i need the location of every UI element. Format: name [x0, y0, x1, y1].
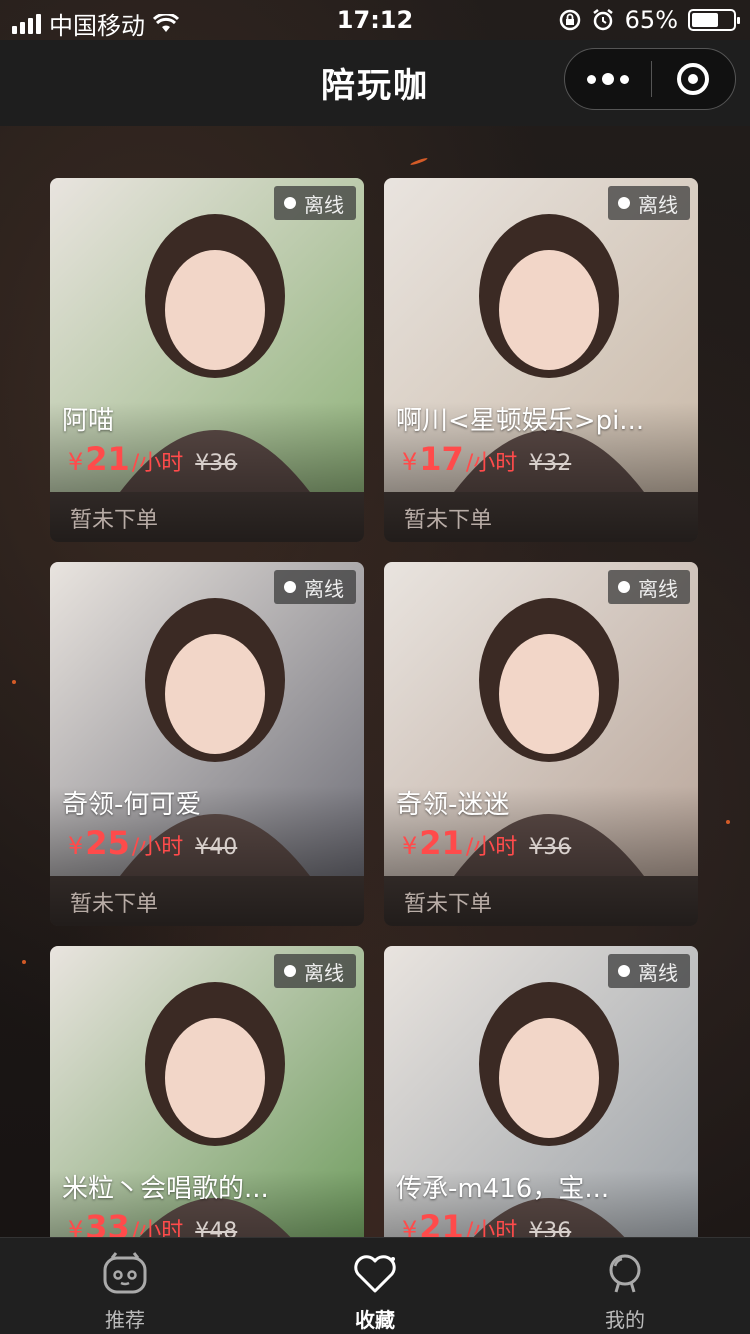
tab-bar: 推荐 收藏 我的 — [0, 1237, 750, 1334]
companion-card[interactable]: 离线米粒丶会唱歌的... ¥33/小时 ¥48 — [50, 946, 364, 1238]
price-unit: /小时 — [131, 835, 184, 860]
companion-card[interactable]: 离线奇领-何可爱 ¥25/小时 ¥40 暂未下单 — [50, 562, 364, 926]
price-value: 21 — [85, 440, 130, 478]
status-label: 离线 — [304, 576, 344, 601]
original-price: ¥48 — [195, 1219, 238, 1238]
battery-icon — [688, 9, 740, 31]
status-badge: 离线 — [274, 570, 356, 604]
price-row: ¥33/小时 ¥48 — [68, 1208, 237, 1238]
navigation-bar: 陪玩咖 — [0, 40, 750, 126]
price-value: 17 — [419, 440, 464, 478]
status-label: 离线 — [638, 576, 678, 601]
status-badge: 离线 — [274, 954, 356, 988]
companion-card[interactable]: 离线奇领-迷迷 ¥21/小时 ¥36 暂未下单 — [384, 562, 698, 926]
companion-card[interactable]: 离线阿喵 ¥21/小时 ¥36 暂未下单 — [50, 178, 364, 542]
companion-grid: 离线 阿喵 ¥21/小时 ¥36 暂未下单 离线 啊川<星顿娱乐>pi... ¥17/小时 ¥3… — [50, 178, 698, 1238]
ember-spark — [12, 680, 16, 684]
original-price: ¥36 — [195, 451, 238, 476]
tab-mine[interactable]: 我的 — [500, 1238, 750, 1334]
price-row: ¥21/小时 ¥36 — [68, 440, 237, 478]
battery-percent: 65% — [624, 6, 678, 34]
price-value: 33 — [85, 1208, 130, 1238]
status-badge: 离线 — [608, 186, 690, 220]
price-unit: /小时 — [465, 451, 518, 476]
price-row: ¥21/小时 ¥36 — [402, 1208, 571, 1238]
companion-name: 阿喵 — [62, 406, 115, 436]
ember-spark — [22, 960, 26, 964]
ember-spark — [726, 820, 730, 824]
companion-card[interactable]: 离线传承-m416，宝... ¥21/小时 ¥36 — [384, 946, 698, 1238]
currency-symbol: ¥ — [68, 1216, 84, 1238]
price-row: ¥17/小时 ¥32 — [402, 440, 571, 478]
price-unit: /小时 — [131, 451, 184, 476]
target-close-icon[interactable] — [652, 49, 736, 109]
price-value: 21 — [419, 824, 464, 862]
price-unit: /小时 — [465, 835, 518, 860]
person-icon — [609, 1254, 641, 1293]
price-unit: /小时 — [465, 1219, 518, 1238]
currency-symbol: ¥ — [402, 1216, 418, 1238]
currency-symbol: ¥ — [68, 832, 84, 860]
heart-icon — [354, 1255, 396, 1293]
order-status: 暂未下单 — [70, 892, 159, 917]
tab-recommend[interactable]: 推荐 — [0, 1238, 250, 1334]
companion-name: 传承-m416，宝... — [396, 1174, 610, 1204]
price-value: 21 — [419, 1208, 464, 1238]
status-dot-icon — [284, 965, 296, 977]
original-price: ¥40 — [195, 835, 238, 860]
companion-name: 米粒丶会唱歌的... — [62, 1174, 269, 1204]
status-bar: 中国移动 17:12 65% — [0, 0, 750, 40]
status-badge: 离线 — [608, 570, 690, 604]
companion-name: 奇领-何可爱 — [62, 790, 202, 820]
companion-name: 奇领-迷迷 — [396, 790, 510, 820]
status-dot-icon — [618, 965, 630, 977]
original-price: ¥36 — [529, 1219, 572, 1238]
status-dot-icon — [618, 581, 630, 593]
tab-label: 我的 — [605, 1308, 645, 1332]
more-dots-icon[interactable] — [565, 49, 651, 109]
order-status: 暂未下单 — [404, 892, 493, 917]
currency-symbol: ¥ — [402, 832, 418, 860]
order-status: 暂未下单 — [404, 508, 493, 533]
original-price: ¥36 — [529, 835, 572, 860]
status-dot-icon — [284, 197, 296, 209]
companion-name: 啊川<星顿娱乐>pi... — [396, 406, 645, 436]
currency-symbol: ¥ — [402, 448, 418, 476]
price-row: ¥25/小时 ¥40 — [68, 824, 237, 862]
miniprogram-capsule — [564, 48, 736, 110]
price-unit: /小时 — [131, 1219, 184, 1238]
rotation-lock-icon — [559, 9, 580, 31]
status-dot-icon — [618, 197, 630, 209]
face-icon — [103, 1252, 147, 1294]
status-label: 离线 — [638, 192, 678, 217]
status-label: 离线 — [304, 960, 344, 985]
order-status: 暂未下单 — [70, 508, 159, 533]
currency-symbol: ¥ — [68, 448, 84, 476]
price-row: ¥21/小时 ¥36 — [402, 824, 571, 862]
status-dot-icon — [284, 581, 296, 593]
status-label: 离线 — [304, 192, 344, 217]
companion-card[interactable]: 离线啊川<星顿娱乐>pi... ¥17/小时 ¥32 暂未下单 — [384, 178, 698, 542]
tab-label: 推荐 — [105, 1308, 145, 1332]
status-label: 离线 — [638, 960, 678, 985]
alarm-icon — [592, 9, 613, 31]
original-price: ¥32 — [529, 451, 572, 476]
price-value: 25 — [85, 824, 130, 862]
status-badge: 离线 — [608, 954, 690, 988]
tab-label: 收藏 — [355, 1308, 395, 1332]
tab-favorites[interactable]: 收藏 — [250, 1238, 500, 1334]
status-badge: 离线 — [274, 186, 356, 220]
